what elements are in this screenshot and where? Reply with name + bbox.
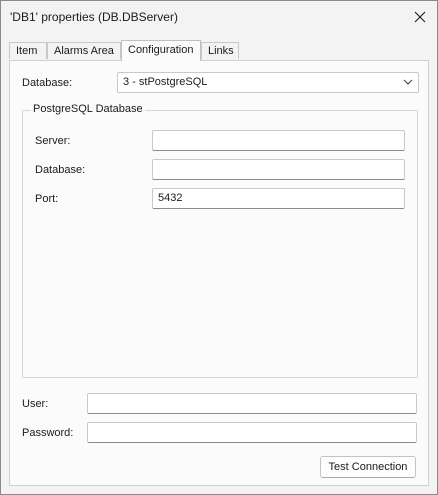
- server-field[interactable]: [152, 130, 405, 151]
- port-field[interactable]: 5432: [152, 188, 405, 209]
- properties-dialog: 'DB1' properties (DB.DBServer) Item Alar…: [0, 0, 438, 495]
- postgresql-group: PostgreSQL Database Server: Database: Po…: [22, 103, 418, 378]
- title-bar: 'DB1' properties (DB.DBServer): [1, 1, 437, 32]
- tab-item[interactable]: Item: [9, 42, 47, 59]
- database-select[interactable]: 3 - stPostgreSQL: [117, 72, 419, 93]
- test-connection-button[interactable]: Test Connection: [320, 456, 416, 478]
- db-name-label: Database:: [35, 164, 86, 176]
- password-field[interactable]: [87, 422, 417, 443]
- server-label: Server:: [35, 135, 71, 147]
- database-select-value: 3 - stPostgreSQL: [123, 76, 208, 88]
- user-label: User:: [22, 398, 49, 410]
- chevron-down-icon: [403, 79, 413, 85]
- tab-links[interactable]: Links: [201, 42, 239, 59]
- window-title: 'DB1' properties (DB.DBServer): [10, 10, 178, 24]
- port-label: Port:: [35, 193, 59, 205]
- tab-configuration[interactable]: Configuration: [121, 40, 201, 61]
- db-name-field[interactable]: [152, 159, 405, 180]
- user-field[interactable]: [87, 393, 417, 414]
- close-button[interactable]: [403, 1, 437, 32]
- configuration-panel: Database: 3 - stPostgreSQL PostgreSQL Da…: [9, 60, 429, 486]
- tab-alarms-area[interactable]: Alarms Area: [47, 42, 121, 59]
- close-icon: [414, 11, 426, 22]
- group-title: PostgreSQL Database: [31, 103, 145, 115]
- password-label: Password:: [22, 427, 74, 439]
- database-label: Database:: [22, 77, 73, 89]
- tab-strip: Item Alarms Area Configuration Links: [9, 40, 429, 61]
